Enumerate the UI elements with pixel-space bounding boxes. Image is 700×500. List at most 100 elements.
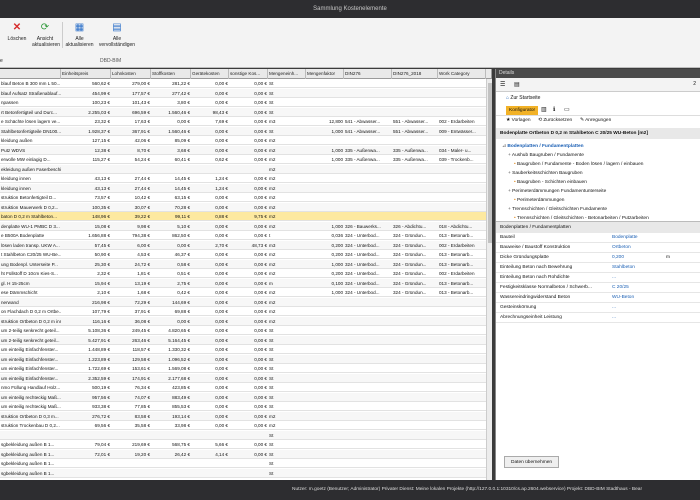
table-row[interactable]: nerwand 216,98 € 72,29 € 144,69 € 0,00 € 0,00… bbox=[0, 297, 486, 307]
start-link[interactable]: ⌂ Zur Startseite bbox=[496, 92, 700, 104]
layers-icon[interactable]: ▤ bbox=[514, 81, 520, 89]
table-row[interactable]: struktion Mauerwerk D 0,2... 100,35 € 30,0… bbox=[0, 202, 486, 212]
tree-item[interactable]: + Sauberkeitsschichten Baugruben bbox=[502, 169, 700, 178]
table-row[interactable]: e Schächte lösen lagern ve... 23,32 € 17,6… bbox=[0, 117, 486, 127]
table-row[interactable]: kleidung innen 43,13 € 27,44 € 14,45 € 1,24 … bbox=[0, 183, 486, 193]
menu-icon[interactable]: ☰ bbox=[500, 81, 505, 89]
property-value[interactable]: 0,200 bbox=[612, 253, 624, 263]
table-row[interactable]: erwolle MW einlagig D... 115,27 € 54,24 € 6… bbox=[0, 155, 486, 165]
table-row[interactable]: sgbekleidung außen B 1... 72,01 € 19,20 € 2… bbox=[0, 449, 486, 459]
suggestions-button[interactable]: ✎ Anregungen bbox=[580, 118, 611, 123]
property-row[interactable]: Dicke Gründungsplatte 0,200 m bbox=[496, 253, 700, 263]
table-row[interactable]: t Stahlbeton C20/25 WU-Be... 50,90 € 4,53 … bbox=[0, 250, 486, 260]
table-row[interactable]: um einteilig Einfachfenster... 1.223,89 €… bbox=[0, 354, 486, 364]
tree-item[interactable]: ⊿ Bodenplatten / Fundamentplatten bbox=[502, 142, 700, 151]
table-row[interactable]: e B500A Bodenplatte 1.656,88 € 794,38 € 862… bbox=[0, 231, 486, 241]
table-row[interactable]: um einteilig Einfachfenster... 1.722,69 €… bbox=[0, 364, 486, 374]
table-row[interactable]: lösen laden transp. UKW A... 57,45 € 6,00 … bbox=[0, 240, 486, 250]
property-value[interactable]: C 20/25 bbox=[612, 283, 629, 293]
table-row[interactable]: sgbekleidung außen B 1... St bbox=[0, 468, 486, 478]
column-header[interactable]: DIN276 bbox=[344, 69, 392, 79]
table-row[interactable]: um einteilig rechteckig Maß... 933,38 € 77… bbox=[0, 402, 486, 412]
table-row[interactable]: kleidung innen 43,13 € 27,44 € 14,45 € 1,24 … bbox=[0, 174, 486, 184]
table-cell: 118,57 € bbox=[132, 347, 150, 352]
table-row[interactable]: blauf Beton B 300 mm L 50... 560,62 € 279,… bbox=[0, 79, 486, 89]
column-header[interactable]: Work Category bbox=[438, 69, 486, 79]
table-row[interactable]: struktion Ortbeton D 0,3 m... 276,72 € 83,… bbox=[0, 411, 486, 421]
property-row[interactable]: Einteilung Beton nach Bewehrung Stahlbeto… bbox=[496, 263, 700, 273]
tree-item[interactable]: • Perimeterdämmungen bbox=[502, 196, 700, 205]
table-cell bbox=[344, 355, 392, 364]
cost-element-grid[interactable]: Einheitspreis Lohnkosten Stoffkosten Geräte… bbox=[0, 69, 492, 480]
table-icon[interactable]: ▥ bbox=[541, 106, 547, 114]
tree-item[interactable]: • Trennschichten / Gleitschichten - Beto… bbox=[502, 214, 700, 221]
apply-data-button[interactable]: Daten übernehmen bbox=[504, 456, 560, 468]
table-row[interactable]: ekleidung außen Faserbeschic... m2 bbox=[0, 164, 486, 174]
column-header[interactable]: Stoffkosten bbox=[151, 69, 191, 79]
column-header[interactable]: Lohnkosten bbox=[111, 69, 151, 79]
table-row[interactable]: ht Füllstoff D 10cm Kies-S... 2,32 € 1,81 … bbox=[0, 269, 486, 279]
refresh-view-button[interactable]: ⟳ Ansicht aktualisieren bbox=[32, 22, 60, 48]
table-row[interactable]: kleidung außen 127,15 € 42,06 € 85,09 € 0,00… bbox=[0, 136, 486, 146]
tree-item[interactable]: + Trennschichten / Gleitschichten Fundam… bbox=[502, 205, 700, 214]
column-header[interactable]: Mengenfaktor bbox=[306, 69, 344, 79]
property-row[interactable]: Einteilung Beton nach Rohdichte... bbox=[496, 273, 700, 283]
property-value[interactable]: WU-Beton bbox=[612, 293, 634, 303]
tree-item[interactable]: • Baugruben / Fundamente - Boden lösen /… bbox=[502, 160, 700, 169]
table-row[interactable]: gl. H 15-25cm 15,94 € 13,19 € 2,75 € 0,00 € 0… bbox=[0, 278, 486, 288]
tree-item[interactable]: • Baugruben - Schichten einbauen bbox=[502, 178, 700, 187]
table-row[interactable]: um einteilig rechteckig Maß... 957,56 € 74… bbox=[0, 392, 486, 402]
tab-konfigurator[interactable]: Konfigurator bbox=[506, 106, 539, 115]
column-header[interactable]: Einheitspreis bbox=[61, 69, 111, 79]
table-row[interactable]: Putz WDVS 12,38 € 8,70 € 3,68 € 0,00 € 0,00 €… bbox=[0, 145, 486, 155]
table-row[interactable]: struktion Ortbeton D 0,2 m inner... 116,1… bbox=[0, 316, 486, 326]
grid-scrollbar[interactable] bbox=[486, 79, 492, 480]
tree-item[interactable]: + Aushub Baugruben / Fundamente bbox=[502, 151, 700, 160]
table-row[interactable]: npassen 100,23 € 101,43 € 3,80 € 0,00 € 0,00 … bbox=[0, 98, 486, 108]
grid-scrollbar-thumb[interactable] bbox=[488, 83, 492, 243]
property-value[interactable]: Ortbeton bbox=[612, 243, 631, 253]
column-header[interactable] bbox=[0, 69, 61, 79]
table-row[interactable]: denplatte WU-1 PMBC D 3... 15,08 € 9,98 € 5… bbox=[0, 221, 486, 231]
column-header[interactable]: Gerätekosten bbox=[191, 69, 229, 79]
column-header[interactable]: sonstige Kos... bbox=[229, 69, 268, 79]
table-row[interactable]: um 2-teilig senkrecht geteil... 5.108,36 … bbox=[0, 326, 486, 336]
property-value[interactable]: Bodenplatte bbox=[612, 233, 638, 243]
info-icon[interactable]: ℹ bbox=[553, 106, 555, 114]
complete-all-button[interactable]: ▤ Alle vervollständigen bbox=[98, 22, 136, 48]
property-row[interactable]: Bauteil Bodenplatte bbox=[496, 233, 700, 243]
refresh-all-button[interactable]: ▦ Alle aktualisieren bbox=[62, 22, 96, 48]
table-row[interactable]: blauf Aufsatz Straßenablauf... 454,99 € 17… bbox=[0, 88, 486, 98]
table-row[interactable]: nmo Füllung Handlauf Holz... 500,19 € 76,3… bbox=[0, 383, 486, 393]
property-value[interactable]: ... bbox=[612, 313, 616, 323]
reset-button[interactable]: ⟲ Zurücksetzen bbox=[538, 118, 572, 123]
property-value[interactable]: Stahlbeton bbox=[612, 263, 635, 273]
property-row[interactable]: Festigkeitsklasse Normalbeton / Schwerb.… bbox=[496, 283, 700, 293]
property-row[interactable]: Wassereindringwiderstand Beton WU-Beton bbox=[496, 293, 700, 303]
property-value[interactable]: ... bbox=[612, 273, 616, 283]
tree-item[interactable]: + Perimeterdämmungen Fundamentunterseite bbox=[502, 187, 700, 196]
property-row[interactable]: Gesteinskörnung... bbox=[496, 303, 700, 313]
column-header[interactable]: DIN276_2018 bbox=[392, 69, 438, 79]
property-row[interactable]: Bauweise / Baustoff Konstruktion Ortbeton bbox=[496, 243, 700, 253]
table-row[interactable]: ung Bodenpl. Unterseite P... 25,30 € 24,72… bbox=[0, 259, 486, 269]
delete-button[interactable]: ✕ Löschen bbox=[4, 22, 30, 42]
table-row[interactable]: Stahlbetonfertigteile DN100... 1.928,37 €… bbox=[0, 126, 486, 136]
property-value[interactable]: ... bbox=[612, 303, 616, 313]
column-header[interactable]: Mengeneinh... bbox=[268, 69, 306, 79]
table-row[interactable]: sgbekleidung außen B 1... 79,04 € 219,69 €… bbox=[0, 440, 486, 450]
table-row[interactable]: um einteilig Einfachfenster... 2.352,59 €… bbox=[0, 373, 486, 383]
document-icon[interactable]: ▭ bbox=[564, 106, 570, 114]
table-row[interactable]: sgbekleidung außen B 1... St bbox=[0, 459, 486, 469]
table-row[interactable]: um 2-teilig senkrecht geteil... 5.427,91 … bbox=[0, 335, 486, 345]
table-row[interactable]: rt Betonfertigteil und Durc... 2.255,03 €… bbox=[0, 107, 486, 117]
table-row[interactable]: on Flachdach D 0,2 m Ortbe... 107,79 € 37,… bbox=[0, 307, 486, 317]
table-row[interactable]: struktion Trockenbau D 0,2... 69,56 € 35,5… bbox=[0, 421, 486, 431]
table-row[interactable]: struktion Betonfertigteil D... 73,57 € 10,… bbox=[0, 193, 486, 203]
table-row[interactable]: um einteilig Einfachfenster... 1.448,89 €… bbox=[0, 345, 486, 355]
templates-button[interactable]: ★ Vorlagen bbox=[506, 118, 531, 123]
table-row[interactable]: ese Dämmschicht 2,10 € 1,68 € 0,42 € 0,00 € 0… bbox=[0, 288, 486, 298]
table-row[interactable]: baton D 0,2 m Stahlbeton... 148,96 € 39,22… bbox=[0, 212, 486, 222]
table-row[interactable]: St bbox=[0, 430, 486, 440]
property-row[interactable]: Abrechnungseinheit Leistung... bbox=[496, 313, 700, 323]
